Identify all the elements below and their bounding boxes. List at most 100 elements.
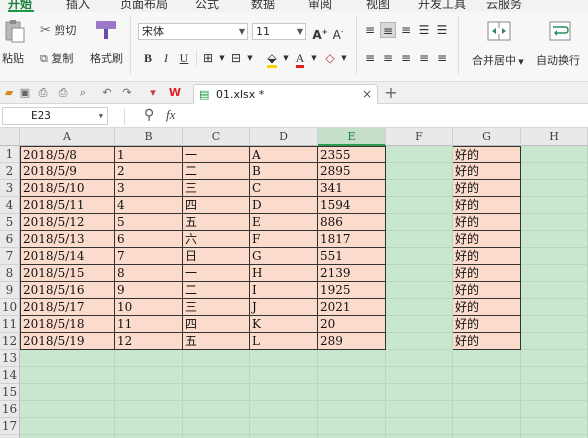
row-header-13[interactable]: 13 [0, 350, 20, 367]
cell-c3[interactable]: 三 [183, 180, 250, 197]
cell-f15[interactable] [386, 384, 453, 401]
align-right-button[interactable]: ≡ [398, 50, 414, 66]
cell-e2[interactable]: 2895 [318, 163, 386, 180]
cell-a5[interactable]: 2018/5/12 [20, 214, 115, 231]
cell-h4[interactable] [521, 197, 588, 214]
tab-view[interactable]: 视图 [366, 0, 390, 12]
cell-g13[interactable] [453, 350, 521, 367]
cell-h2[interactable] [521, 163, 588, 180]
cell-h9[interactable] [521, 282, 588, 299]
cell-h6[interactable] [521, 231, 588, 248]
cell-a10[interactable]: 2018/5/17 [20, 299, 115, 316]
align-left-button[interactable]: ≡ [362, 50, 378, 66]
cell-a17[interactable] [20, 418, 115, 435]
cell-a2[interactable]: 2018/5/9 [20, 163, 115, 180]
cell-g3[interactable]: 好的 [453, 180, 521, 197]
cell-c7[interactable]: 日 [183, 248, 250, 265]
cell-a9[interactable]: 2018/5/16 [20, 282, 115, 299]
cell-b15[interactable] [115, 384, 183, 401]
cell-h15[interactable] [521, 384, 588, 401]
cell-g12[interactable]: 好的 [453, 333, 521, 350]
cell-a11[interactable]: 2018/5/18 [20, 316, 115, 333]
cell-h7[interactable] [521, 248, 588, 265]
cell-b3[interactable]: 3 [115, 180, 183, 197]
font-size-select[interactable]: 11 ▼ [252, 23, 306, 40]
document-tab[interactable]: ▤ 01.xlsx * × [193, 84, 378, 104]
cell-f1[interactable] [386, 146, 453, 163]
cell-d15[interactable] [250, 384, 318, 401]
cell-f3[interactable] [386, 180, 453, 197]
italic-button[interactable]: I [158, 50, 174, 66]
new-tab-icon[interactable]: + [382, 84, 400, 102]
cell-d2[interactable]: B [250, 163, 318, 180]
cell-a8[interactable]: 2018/5/15 [20, 265, 115, 282]
font-name-select[interactable]: 宋体 ▼ [138, 23, 248, 40]
row-header-3[interactable]: 3 [0, 180, 20, 197]
spreadsheet-grid[interactable]: ABCDEFGH 1 2018/5/8 1 一 A 2355 好的 2 2018/5/9 2 二 B 2… [0, 128, 588, 438]
cell-e9[interactable]: 1925 [318, 282, 386, 299]
cell-d14[interactable] [250, 367, 318, 384]
cell-f9[interactable] [386, 282, 453, 299]
column-header-g[interactable]: G [453, 128, 521, 146]
cell-style-dropdown[interactable]: ▼ [242, 50, 258, 66]
bold-button[interactable]: B [140, 50, 156, 66]
cell-b8[interactable]: 8 [115, 265, 183, 282]
cell-c13[interactable] [183, 350, 250, 367]
row-header-1[interactable]: 1 [0, 146, 20, 163]
align-top-button[interactable]: ≡ [362, 22, 378, 38]
cell-e5[interactable]: 886 [318, 214, 386, 231]
cell-d11[interactable]: K [250, 316, 318, 333]
row-header-10[interactable]: 10 [0, 299, 20, 316]
paste-button[interactable]: 粘贴 [2, 18, 28, 65]
row-header-14[interactable]: 14 [0, 367, 20, 384]
redo-icon[interactable]: ↷ [120, 86, 134, 100]
cell-c16[interactable] [183, 401, 250, 418]
decrease-font-size-button[interactable]: A- [330, 24, 346, 42]
cell-b17[interactable] [115, 418, 183, 435]
cell-f4[interactable] [386, 197, 453, 214]
wps-logo-icon[interactable]: W [168, 86, 182, 100]
cell-c15[interactable] [183, 384, 250, 401]
justify-button[interactable]: ≡ [416, 50, 432, 66]
cell-g14[interactable] [453, 367, 521, 384]
row-header-5[interactable]: 5 [0, 214, 20, 231]
cell-a3[interactable]: 2018/5/10 [20, 180, 115, 197]
align-middle-button[interactable]: ≡ [380, 22, 396, 38]
row-header-17[interactable]: 17 [0, 418, 20, 435]
cell-c14[interactable] [183, 367, 250, 384]
cell-b5[interactable]: 5 [115, 214, 183, 231]
cell-e8[interactable]: 2139 [318, 265, 386, 282]
column-header-d[interactable]: D [250, 128, 318, 146]
cell-f5[interactable] [386, 214, 453, 231]
clear-format-dropdown[interactable]: ▼ [336, 50, 352, 66]
cell-c6[interactable]: 六 [183, 231, 250, 248]
tab-insert[interactable]: 插入 [66, 0, 90, 12]
cell-g15[interactable] [453, 384, 521, 401]
cell-b1[interactable]: 1 [115, 146, 183, 163]
cell-a14[interactable] [20, 367, 115, 384]
cell-d13[interactable] [250, 350, 318, 367]
cell-a12[interactable]: 2018/5/19 [20, 333, 115, 350]
formula-input[interactable] [190, 107, 586, 125]
cell-b14[interactable] [115, 367, 183, 384]
cell-g16[interactable] [453, 401, 521, 418]
cell-g5[interactable]: 好的 [453, 214, 521, 231]
cell-e4[interactable]: 1594 [318, 197, 386, 214]
row-header-7[interactable]: 7 [0, 248, 20, 265]
cell-d4[interactable]: D [250, 197, 318, 214]
tab-data[interactable]: 数据 [251, 0, 275, 12]
row-header-9[interactable]: 9 [0, 282, 20, 299]
column-header-c[interactable]: C [183, 128, 250, 146]
cell-f10[interactable] [386, 299, 453, 316]
cell-e15[interactable] [318, 384, 386, 401]
cell-d5[interactable]: E [250, 214, 318, 231]
underline-button[interactable]: U [176, 50, 192, 66]
cell-g10[interactable]: 好的 [453, 299, 521, 316]
customize-toolbar-icon[interactable]: ▾ [146, 86, 160, 100]
tab-cloud[interactable]: 云服务 [486, 0, 522, 12]
copy-button[interactable]: ⧉ 复制 [40, 50, 73, 66]
cell-b16[interactable] [115, 401, 183, 418]
cell-b11[interactable]: 11 [115, 316, 183, 333]
cell-d17[interactable] [250, 418, 318, 435]
increase-font-size-button[interactable]: A+ [312, 24, 328, 42]
